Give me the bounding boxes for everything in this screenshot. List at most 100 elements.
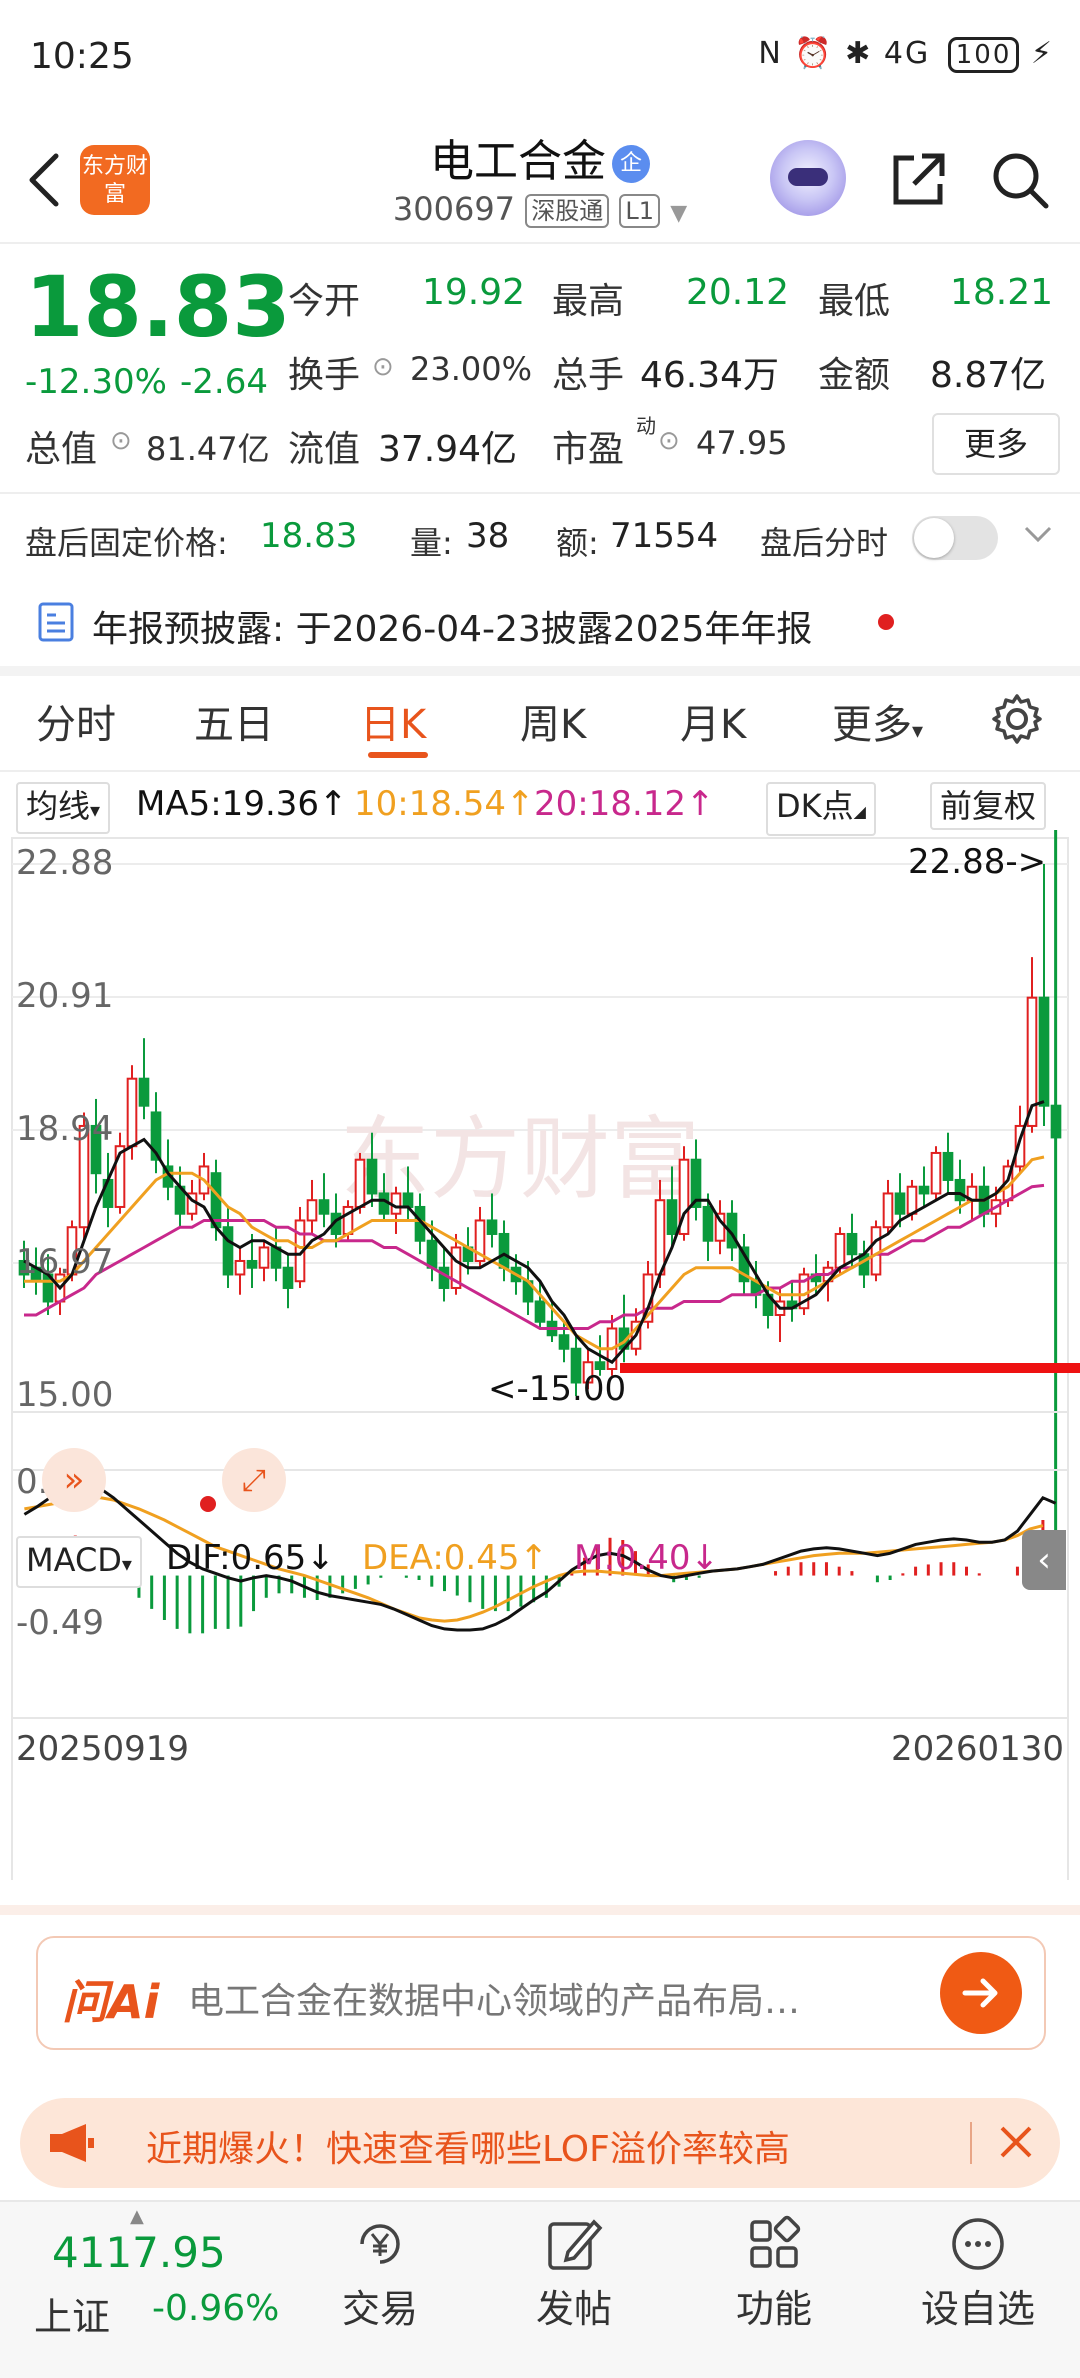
nav-trade-label: 交易 <box>341 2287 418 2331</box>
float-cap-label: 流值 <box>288 429 361 470</box>
kline-chart[interactable]: 东方财富 22.88 20.91 18.94 16.97 15.00 22.88… <box>0 830 1080 1880</box>
notice-row[interactable]: 年报预披露: 于2026-04-23披露2025年年报 <box>92 600 812 652</box>
nav-functions[interactable]: 功能 <box>714 2214 834 2333</box>
tab-monthly-k[interactable]: 月K <box>680 692 746 750</box>
ai-question-box[interactable]: 问Ai 电工合金在数据中心领域的产品布局… <box>36 1936 1046 2050</box>
amount-value: 8.87亿 <box>930 355 1047 396</box>
index-name[interactable]: 上证 <box>34 2286 110 2341</box>
y-label-4: 16.97 <box>16 1242 113 1282</box>
header-divider <box>0 242 1080 244</box>
share-button[interactable] <box>878 140 958 220</box>
notice-icon-wrap <box>36 600 76 648</box>
candle-body <box>366 1158 378 1195</box>
tab-timeshare[interactable]: 分时 <box>36 692 116 750</box>
low-value: 18.21 <box>950 272 1054 313</box>
collapse-panel-button[interactable]: ‹ <box>1022 1530 1066 1590</box>
candle-body <box>534 1300 546 1323</box>
notice-text: 于2026-04-23披露2025年年报 <box>295 609 813 650</box>
index-change: -0.96% <box>152 2288 280 2329</box>
ma-selector[interactable]: 均线▾ <box>16 782 111 834</box>
bottom-nav: ▲ 4117.95 上证 -0.96% 交易 发帖 功能 设自选 <box>0 2200 1080 2378</box>
tab-more-label: 更多 <box>832 702 912 748</box>
candle-body <box>306 1199 318 1222</box>
more-quote-button[interactable]: 更多 <box>932 413 1060 475</box>
candle-body <box>486 1219 498 1235</box>
ai-prompt: 电工合金在数据中心领域的产品布局… <box>188 1981 801 2022</box>
date-end: 20260130 <box>891 1729 1064 1769</box>
nav-trade[interactable]: 交易 <box>320 2214 440 2333</box>
double-chevron-icon: » <box>63 1460 85 1500</box>
unread-dot <box>878 614 894 630</box>
battery-icon: 100 <box>947 37 1020 73</box>
chart-settings-button[interactable] <box>990 692 1044 750</box>
open-value: 19.92 <box>422 272 526 313</box>
market-cap-info-icon[interactable]: ⊙ <box>110 426 132 456</box>
fullscreen-button[interactable]: ⤢ <box>222 1448 286 1512</box>
high-value: 20.12 <box>686 272 790 313</box>
y-label-top: 22.88 <box>16 843 113 883</box>
chat-dots-icon <box>952 2218 1004 2270</box>
level-tag: L1 <box>619 194 661 228</box>
float-cap-value: 37.94亿 <box>378 429 518 470</box>
candle-body <box>126 1077 138 1148</box>
dif-legend: DIF:0.65↓ <box>166 1538 335 1578</box>
nav-add-watchlist[interactable]: 设自选 <box>908 2214 1048 2333</box>
status-time: 10:25 <box>30 36 134 77</box>
pe-dynamic-sup: 动 <box>636 414 656 438</box>
tab-five-day[interactable]: 五日 <box>194 692 274 750</box>
turnover-value: 23.00% <box>410 350 533 388</box>
candle-body <box>846 1232 858 1256</box>
connect-tag: 深股通 <box>525 194 610 228</box>
promo-close-button[interactable] <box>986 2112 1046 2172</box>
macd-selector[interactable]: MACD▾ <box>16 1536 142 1588</box>
candle-body <box>882 1192 894 1229</box>
after-hours-toggle[interactable] <box>912 516 998 560</box>
promo-divider <box>970 2122 972 2164</box>
search-button[interactable] <box>980 140 1060 220</box>
candle-body <box>906 1185 918 1215</box>
macd-selector-label: MACD <box>26 1541 122 1579</box>
expand-arrows-icon: ⤢ <box>242 1462 266 1498</box>
ma10-legend: 10:18.54↑ <box>354 784 535 824</box>
market-cap-value: 81.47亿 <box>146 430 270 468</box>
dea-legend: DEA:0.45↑ <box>362 1538 548 1578</box>
tab-more[interactable]: 更多▾ <box>832 692 923 750</box>
adjust-button[interactable]: 前复权 <box>930 782 1047 830</box>
macd-y-bottom: -0.49 <box>16 1603 104 1643</box>
amount-label: 金额 <box>818 355 891 396</box>
dk-point-button[interactable]: DK点◢ <box>766 782 876 836</box>
search-icon <box>993 153 1049 209</box>
index-value[interactable]: 4117.95 <box>52 2228 226 2277</box>
candle-body <box>318 1199 330 1215</box>
caret-down-icon: ▾ <box>121 1552 132 1576</box>
robot-face-icon <box>788 168 828 186</box>
expand-left-button[interactable]: » <box>42 1448 106 1512</box>
turnover-label: 换手 <box>288 355 361 396</box>
ai-submit-button[interactable] <box>940 1952 1022 2034</box>
high-marker: 22.88-> <box>908 842 1046 882</box>
tab-daily-k[interactable]: 日K <box>360 692 426 750</box>
ai-assistant-avatar[interactable] <box>770 140 846 216</box>
after-hours-vol: 38 <box>466 516 510 556</box>
notice-label: 年报预披露: <box>92 609 285 650</box>
change-percent: -12.30% <box>25 362 167 402</box>
candle-body <box>918 1185 930 1195</box>
dk-point-label: DK点 <box>776 787 854 825</box>
after-hours-amt: 71554 <box>610 516 719 556</box>
change-amount: -2.64 <box>180 362 268 402</box>
candle-body <box>354 1158 366 1208</box>
turnover-info-icon[interactable]: ⊙ <box>372 352 394 382</box>
expand-chevron[interactable] <box>1020 516 1056 556</box>
candle-body <box>942 1151 954 1181</box>
candle-body <box>138 1077 150 1107</box>
nav-post[interactable]: 发帖 <box>514 2214 634 2333</box>
volume-value: 46.34万 <box>640 355 780 396</box>
tab-weekly-k[interactable]: 周K <box>520 692 586 750</box>
corner-caret-icon: ◢ <box>853 802 866 821</box>
pe-info-icon[interactable]: ⊙ <box>658 426 680 456</box>
ai-brand: 问Ai <box>62 1975 160 2029</box>
candle-body <box>954 1178 966 1202</box>
megaphone-icon <box>50 2124 94 2162</box>
ma5-legend: MA5:19.36↑ <box>136 784 348 824</box>
promo-banner[interactable]: 近期爆火！快速查看哪些LOF溢价率较高 <box>20 2098 1060 2188</box>
